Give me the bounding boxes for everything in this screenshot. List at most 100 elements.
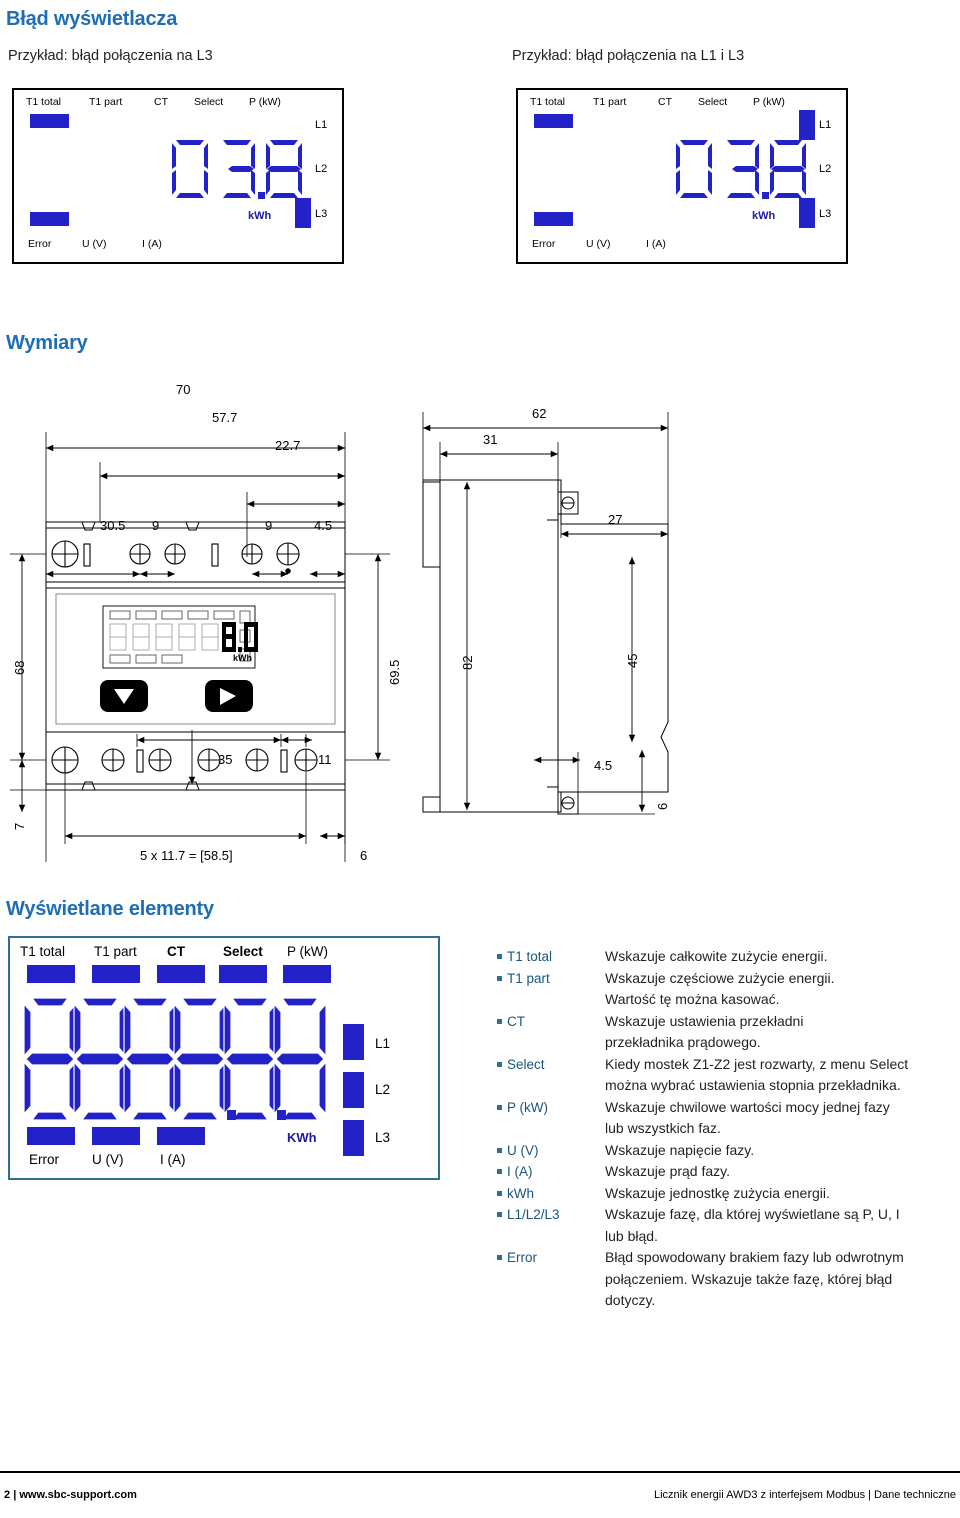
legend-item: T1 total Wskazuje całkowite zużycie ener…	[497, 946, 952, 968]
lcd1-label-u-v: U (V)	[82, 238, 107, 250]
bullet-icon	[497, 954, 502, 959]
big-unit-kwh: KWh	[287, 1130, 317, 1145]
example-caption-1: Przykład: błąd połączenia na L3	[8, 48, 213, 64]
big-label-i-a: I (A)	[160, 1152, 186, 1167]
dim-front-70: 70	[176, 382, 191, 397]
lcd2-phase-l2: L2	[819, 163, 832, 175]
legend-term: L1/L2/L3	[497, 1204, 605, 1226]
section-title-displayed-elements: Wyświetlane elementy	[6, 898, 214, 920]
dim-front-7: 7	[12, 822, 27, 830]
legend-term: T1 part	[497, 968, 605, 990]
lcd2-indicator-error	[534, 212, 573, 226]
legend-term-text: L1/L2/L3	[507, 1207, 560, 1222]
lcd2-indicator-l3	[799, 198, 815, 228]
legend-description-cont: lub wszystkich faz.	[605, 1120, 721, 1136]
legend-description-cont: połączeniem. Wskazuje także fazę, której…	[605, 1270, 893, 1287]
lcd1-label-t1-total: T1 total	[26, 96, 62, 108]
legend-term: CT	[497, 1011, 605, 1033]
big-indicator-ct	[157, 965, 205, 983]
legend-term-text: U (V)	[507, 1142, 539, 1158]
big-label-select: Select	[223, 944, 263, 959]
legend-description: Wskazuje całkowite zużycie energii.	[605, 948, 828, 964]
big-label-error: Error	[29, 1152, 59, 1167]
legend-description: Wskazuje prąd fazy.	[605, 1163, 731, 1179]
bullet-icon	[497, 1169, 502, 1174]
legend-description: Błąd spowodowany brakiem fazy lub odwrot…	[605, 1249, 904, 1265]
legend-description-cont: przekładnika prądowego.	[605, 1034, 761, 1050]
lcd1-phase-l1: L1	[315, 119, 328, 131]
lcd1-label-t1-part: T1 part	[89, 96, 123, 108]
legend-item: Error Błąd spowodowany brakiem fazy lub …	[497, 1247, 952, 1269]
document-page: Błąd wyświetlacza Przykład: błąd połącze…	[0, 0, 960, 1518]
lcd2-label-t1-part: T1 part	[593, 96, 627, 108]
lcd-example-1: T1 total T1 part CT Select P (kW) Error …	[12, 88, 344, 264]
legend-description: Wskazuje chwilowe wartości mocy jednej f…	[605, 1098, 890, 1115]
legend-item: I (A) Wskazuje prąd fazy.	[497, 1161, 952, 1183]
lcd2-label-p-kw: P (kW)	[753, 96, 785, 108]
legend-description: Wskazuje ustawienia przekładni	[605, 1012, 804, 1029]
dim-front-9-a: 9	[152, 518, 160, 533]
bullet-icon	[497, 1147, 502, 1153]
lcd1-unit-kwh: kWh	[248, 210, 272, 222]
legend-item: CT Wskazuje ustawienia przekładni	[497, 1011, 952, 1033]
bullet-icon	[497, 1061, 502, 1067]
big-indicator-p-kw	[283, 965, 331, 983]
lcd1-label-p-kw: P (kW)	[249, 96, 281, 108]
legend-description-cont: Wartość tę można kasować.	[605, 991, 780, 1007]
dim-front-11: 11	[318, 752, 332, 767]
lcd1-label-error: Error	[28, 238, 52, 250]
lcd1-label-i-a: I (A)	[142, 238, 162, 250]
legend-description-cont: dotyczy.	[605, 1292, 656, 1308]
footer-website[interactable]: www.sbc-support.com	[19, 1489, 137, 1501]
legend-description: Wskazuje fazę, dla której wyświetlane są…	[605, 1206, 900, 1222]
dim-side-4-5: 4.5	[594, 758, 613, 773]
legend-term: U (V)	[497, 1140, 605, 1162]
legend-term-text: T1 part	[507, 970, 550, 986]
dim-front-9-b: 9	[265, 518, 273, 533]
big-phase-l1: L1	[375, 1036, 391, 1051]
big-indicator-u-v	[92, 1127, 140, 1145]
lcd2-label-select: Select	[698, 96, 728, 108]
bullet-icon	[497, 975, 502, 981]
lcd-example-2: T1 total T1 part CT Select P (kW) Error …	[516, 88, 848, 264]
big-label-t1-total: T1 total	[20, 944, 66, 959]
big-indicator-l1	[343, 1024, 364, 1060]
dim-front-lcd-kwh: kWh	[233, 653, 252, 663]
dim-front-pitch: 5 x 11.7 = [58.5]	[140, 848, 233, 863]
legend-description-cont: można wybrać ustawienia stopnia przekład…	[605, 1077, 901, 1093]
footer-left: 2 | www.sbc-support.com	[4, 1489, 137, 1501]
legend-term-text: T1 total	[507, 949, 553, 964]
lcd2-phase-l1: L1	[819, 119, 832, 131]
big-indicator-l2	[343, 1072, 364, 1108]
section-title-display-error: Błąd wyświetlacza	[6, 8, 178, 30]
big-indicator-l3	[343, 1120, 364, 1156]
lcd1-indicator-l3	[295, 198, 311, 228]
big-label-u-v: U (V)	[92, 1152, 124, 1167]
bullet-icon	[497, 1190, 502, 1196]
dim-side-6: 6	[655, 802, 670, 810]
dim-front-22-7: 22.7	[275, 438, 301, 453]
footer-page-number: 2	[4, 1489, 11, 1501]
legend-item: P (kW) Wskazuje chwilowe wartości mocy j…	[497, 1097, 952, 1119]
lcd2-value-segments	[676, 140, 806, 199]
lcd2-label-error: Error	[532, 238, 556, 250]
dimension-drawing-side-view	[422, 412, 669, 815]
legend-term: T1 total	[497, 946, 605, 968]
dim-front-57-7: 57.7	[212, 410, 238, 425]
legend-term-text: Error	[507, 1250, 537, 1265]
footer-right: Licznik energii AWD3 z interfejsem Modbu…	[653, 1489, 956, 1501]
footer-divider	[0, 1471, 960, 1473]
legend-description: Wskazuje napięcie fazy.	[605, 1141, 755, 1158]
lcd1-label-select: Select	[194, 96, 224, 108]
lcd-overview-diagram: T1 total T1 part CT Select P (kW) Error …	[8, 936, 440, 1180]
legend-term-text: I (A)	[507, 1164, 533, 1179]
lcd2-label-ct: CT	[658, 96, 672, 108]
lcd2-unit-kwh: kWh	[752, 210, 776, 222]
big-indicator-t1-total	[27, 965, 75, 983]
dim-front-69-5: 69.5	[387, 659, 402, 685]
dimension-drawing-front-view	[10, 432, 390, 862]
legend-item: U (V) Wskazuje napięcie fazy.	[497, 1140, 952, 1162]
big-phase-l2: L2	[375, 1082, 391, 1097]
big-indicator-i-a	[157, 1127, 205, 1145]
legend-term-text: CT	[507, 1013, 525, 1029]
